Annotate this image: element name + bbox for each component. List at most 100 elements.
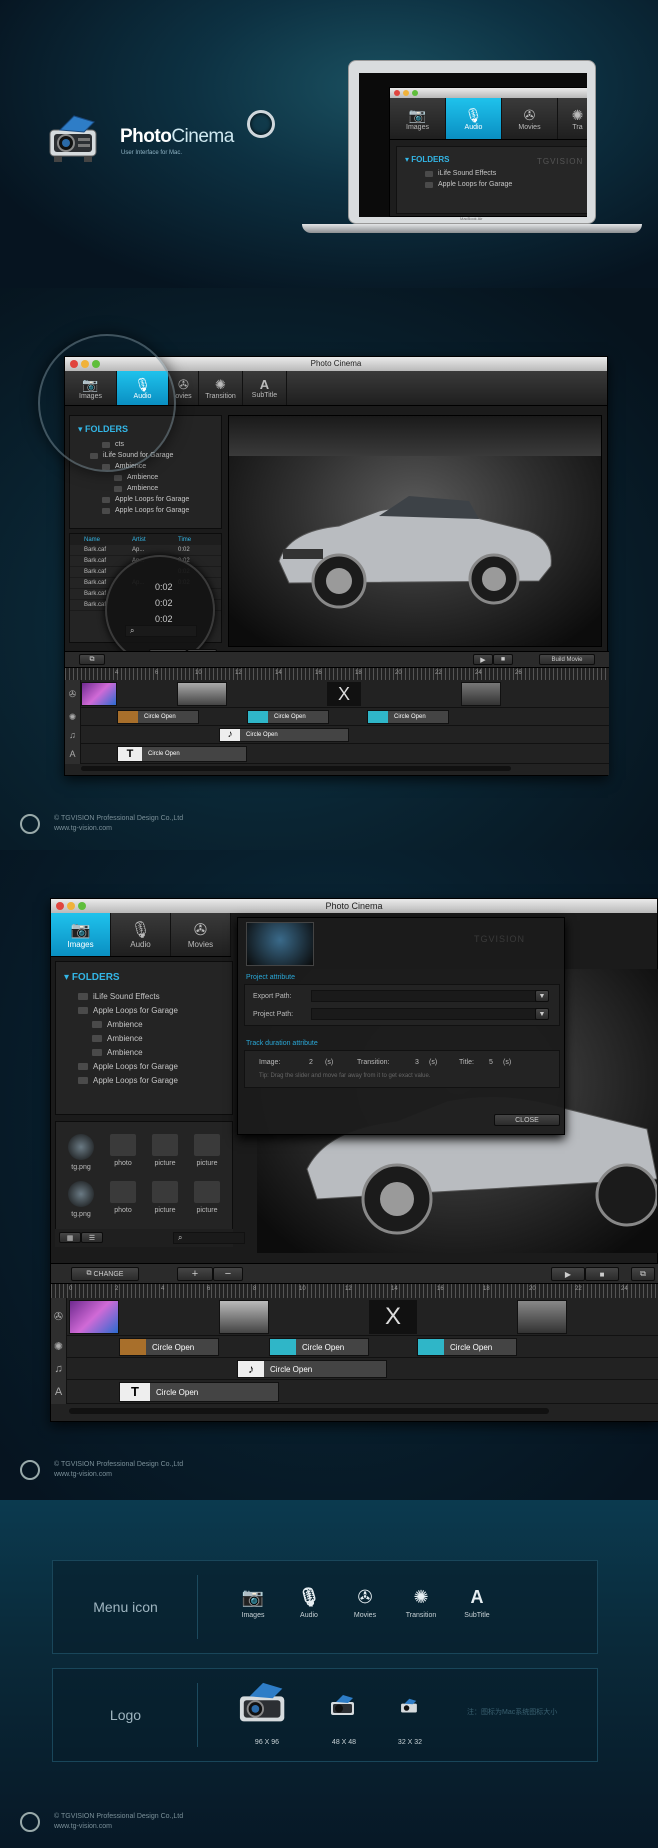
timeline-scrollbar[interactable] (69, 1408, 549, 1414)
export-path-dropdown[interactable]: ▼ (535, 990, 549, 1002)
play-button[interactable]: ▶ (551, 1267, 585, 1281)
mini-tree-item[interactable]: iLife Sound Effects (425, 170, 587, 177)
timeline: 0 2 4 6 8 10 12 14 16 18 20 22 24 ✇ X ✺ Circle Open … (51, 1283, 658, 1421)
tree-item[interactable]: Apple Loops for Garage (102, 505, 221, 516)
file-item[interactable]: photo (102, 1181, 144, 1218)
tree-item[interactable]: Ambience (92, 1017, 232, 1031)
image-clip[interactable] (461, 682, 501, 706)
tree-item[interactable]: Ambience (92, 1031, 232, 1045)
transition-duration-value[interactable]: 3 (415, 1059, 419, 1066)
file-item[interactable]: tg.png (60, 1134, 102, 1171)
audio-clip[interactable]: ♪ Circle Open (237, 1360, 387, 1378)
transition-duration-unit: (s) (429, 1059, 438, 1066)
ruler-tick-label: 2 (115, 1286, 119, 1292)
transition-x-clip[interactable]: X (369, 1300, 417, 1334)
column-time[interactable]: Time (178, 537, 191, 543)
mini-tree-label: Apple Loops for Garage (438, 181, 513, 188)
add-button[interactable]: + (177, 1267, 213, 1281)
image-clip[interactable] (177, 682, 227, 706)
subtitle-clip[interactable]: T Circle Open (119, 1382, 279, 1402)
title-duration-value[interactable]: 5 (489, 1059, 493, 1066)
transition-clip[interactable]: Circle Open (247, 710, 329, 724)
zoom-button[interactable] (78, 902, 86, 910)
folder-icon (92, 1048, 102, 1056)
search-input[interactable]: ⌕ (125, 625, 197, 637)
tree-item[interactable]: Apple Loops for Garage (78, 1003, 232, 1017)
search-input[interactable]: ⌕ (173, 1232, 245, 1244)
file-item[interactable]: picture (186, 1134, 228, 1171)
remove-button[interactable]: − (213, 1267, 243, 1281)
tab-audio[interactable]: 🎙 Audio (111, 913, 171, 956)
tab-transition[interactable]: ✺ Transition (199, 371, 243, 405)
menu-icon-label: Movies (353, 1612, 377, 1619)
stop-button[interactable]: ■ (493, 654, 513, 665)
tree-item[interactable]: Ambience (114, 472, 221, 483)
mini-tab-audio[interactable]: 🎙 Audio (446, 98, 502, 139)
column-artist[interactable]: Artist (126, 537, 178, 543)
project-path-dropdown[interactable]: ▼ (535, 1008, 549, 1020)
build-movie-button[interactable]: Build Movie (539, 654, 595, 665)
tree-item[interactable]: Apple Loops for Garage (102, 494, 221, 505)
image-clip[interactable] (69, 1300, 119, 1334)
export-path-input[interactable] (311, 990, 547, 1002)
file-item[interactable]: photo (102, 1134, 144, 1171)
transition-clip[interactable]: Circle Open (117, 710, 199, 724)
audio-clip[interactable]: ♪ Circle Open (219, 728, 349, 742)
tree-item[interactable]: Ambience (92, 1045, 232, 1059)
mini-tab-transition[interactable]: ✺ Tra (558, 98, 587, 139)
tab-subtitle[interactable]: A SubTitle (243, 371, 287, 405)
column-name[interactable]: Name (70, 537, 126, 543)
minimize-button[interactable] (67, 902, 75, 910)
mini-tab-label: Movies (518, 123, 541, 131)
mini-tab-images[interactable]: 📷 Images (390, 98, 446, 139)
folder-icon (152, 1134, 178, 1156)
file-item[interactable]: tg.png (60, 1181, 102, 1218)
mini-tab-movies[interactable]: ✇ Movies (502, 98, 558, 139)
row-artist: Ap... (132, 547, 145, 553)
image-duration-value[interactable]: 2 (309, 1059, 313, 1066)
zoom-times: 0:02 0:02 0:02 (155, 579, 173, 627)
close-label: CLOSE (515, 1116, 539, 1124)
tab-movies[interactable]: ✇ Movies (171, 913, 231, 956)
brand-light: Cinema (171, 126, 234, 147)
play-button[interactable]: ▶ (473, 654, 493, 665)
transition-clip[interactable]: Circle Open (269, 1338, 369, 1356)
mini-tree-item[interactable]: Apple Loops for Garage (425, 181, 587, 188)
file-item[interactable]: picture (144, 1181, 186, 1218)
transition-clip[interactable]: Circle Open (119, 1338, 219, 1356)
transition-x-clip[interactable]: X (327, 682, 361, 706)
image-clip[interactable] (81, 682, 117, 706)
change-button[interactable]: ⧉ (79, 654, 105, 665)
timeline-scrollbar[interactable] (81, 766, 511, 771)
transition-clip[interactable]: Circle Open (417, 1338, 517, 1356)
stop-button[interactable]: ■ (585, 1267, 619, 1281)
tree-item[interactable]: iLife Sound Effects (78, 989, 232, 1003)
close-dialog-button[interactable]: CLOSE (494, 1114, 560, 1126)
folders-label: FOLDERS (71, 972, 120, 983)
subtitle-clip[interactable]: T Circle Open (117, 746, 247, 762)
table-row[interactable]: Bark.caf Ap... 0:02 (70, 545, 221, 556)
film-reel-icon: ✇ (65, 680, 81, 708)
tab-images[interactable]: 📷 Images (51, 913, 111, 956)
image-clip[interactable] (517, 1300, 567, 1334)
list-view-button[interactable]: ☰ (81, 1232, 103, 1243)
ruler-tick-label: 24 (621, 1286, 628, 1292)
project-path-input[interactable] (311, 1008, 547, 1020)
tip-text: Tip: Drag the slider and move far away f… (259, 1073, 431, 1079)
file-item[interactable]: picture (186, 1181, 228, 1218)
image-clip[interactable] (219, 1300, 269, 1334)
grid-view-button[interactable]: ▦ (59, 1232, 81, 1243)
logo-title: Logo (109, 1707, 142, 1723)
change-button[interactable]: ⧉ CHANGE (71, 1267, 139, 1281)
tree-item[interactable]: Ambience (114, 483, 221, 494)
close-dot (394, 90, 400, 96)
close-button[interactable] (56, 902, 64, 910)
timeline-ruler[interactable]: 4 6 10 12 14 16 18 20 22 24 26 (65, 668, 609, 680)
file-item[interactable]: picture (144, 1134, 186, 1171)
build-button[interactable]: ⧉ (631, 1267, 655, 1281)
tree-item[interactable]: Apple Loops for Garage (78, 1073, 232, 1087)
transition-clip[interactable]: Circle Open (367, 710, 449, 724)
logo-size-32: 32 X 32 (397, 1739, 423, 1746)
tree-item[interactable]: Apple Loops for Garage (78, 1059, 232, 1073)
timeline-ruler[interactable]: 0 2 4 6 8 10 12 14 16 18 20 22 24 (51, 1284, 658, 1298)
